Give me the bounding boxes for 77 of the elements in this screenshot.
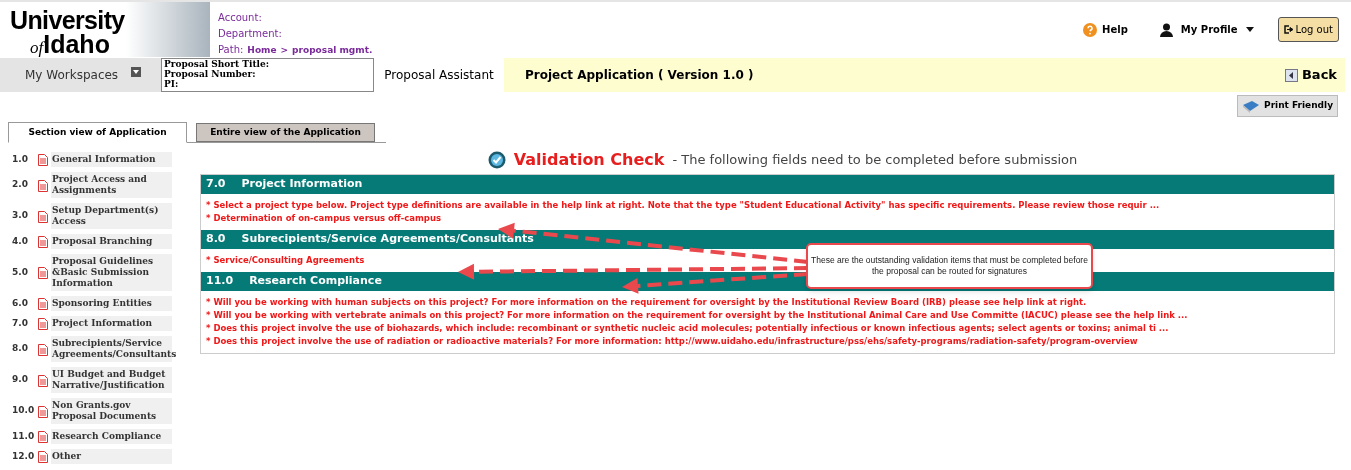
document-icon <box>38 451 48 463</box>
help-link[interactable]: Help <box>1102 22 1128 37</box>
document-icon <box>38 298 48 310</box>
validation-item[interactable]: * Does this project involve the use of biohazards, which include: recombinant or synthetic nucleic acid molecules; potentially infectious or known infectious agents; select agents or toxins; animal ti ... <box>206 322 1169 335</box>
validation-subtitle: - The following fields need to be completed before submission <box>672 151 1078 170</box>
dropdown-icon[interactable] <box>131 67 141 77</box>
document-icon <box>38 179 48 192</box>
logout-icon <box>1283 25 1294 34</box>
sidebar-item[interactable]: Project Access and Assignments <box>51 172 172 198</box>
section-header-number: 7.0 <box>206 176 226 193</box>
proposal-field-label: Proposal Number: <box>164 69 257 79</box>
validation-item[interactable]: * Select a project type below. Project type definitions are available in the help link at right. Note that the type "Student Educational Activity" has specific requirements. Please review those requir ... <box>206 199 1160 212</box>
document-icon <box>38 405 48 418</box>
section-number: 4.0 <box>12 234 29 248</box>
section-header-title: Project Information <box>241 176 363 193</box>
caret-icon <box>1245 27 1254 32</box>
proposal-assistant-tab[interactable]: Proposal Assistant <box>374 58 504 92</box>
account-label: Account: <box>218 11 263 25</box>
section-number: 12.0 <box>12 449 36 463</box>
proposal-field-label: PI: <box>164 79 180 89</box>
path-label: Path: <box>218 43 244 57</box>
sidebar-item[interactable]: UI Budget and Budget Narrative/Justification <box>51 367 172 393</box>
validation-item[interactable]: * Does this project involve the use of radiation or radioactive materials? For more information: http://www.uidaho.edu/infrastructure/pss/ehs/safety-programs/radiation-safety/program-overview <box>206 335 1138 348</box>
sidebar-item[interactable]: Research Compliance <box>51 429 172 444</box>
validation-item[interactable]: * Determination of on-campus versus off-campus <box>206 212 442 225</box>
section-header-title: Research Compliance <box>249 273 382 290</box>
check-icon <box>487 151 506 169</box>
section-header-number: 11.0 <box>206 273 234 290</box>
department-label: Department: <box>218 27 283 41</box>
document-icon <box>38 154 48 166</box>
section-number: 2.0 <box>12 178 29 192</box>
sidebar-item[interactable]: Proposal Guidelines &Basic Submission Information <box>51 254 172 291</box>
section-number: 8.0 <box>12 342 29 356</box>
sidebar-item[interactable]: Proposal Branching <box>51 234 172 249</box>
section-number: 6.0 <box>12 296 29 310</box>
page-title: Project Application ( Version 1.0 ) <box>525 67 754 84</box>
callout-box: These are the outstanding validation items that must be completed before the proposal can be routed for signatures <box>806 243 1093 289</box>
sidebar-item[interactable]: Setup Department(s) Access <box>51 203 172 229</box>
validation-title: Validation Check <box>513 149 665 171</box>
breadcrumb-link[interactable]: Home <box>247 42 277 58</box>
validation-item[interactable]: * Service/Consulting Agreements <box>206 254 365 267</box>
validation-item[interactable]: * Will you be working with vertebrate animals on this project? For more information on the requirement for oversight by the Institutional Animal Care and Use Committe (IACUC) please see the help link ... <box>206 309 1188 322</box>
document-icon <box>38 318 48 330</box>
breadcrumb-link[interactable]: proposal mgmt. <box>292 42 373 58</box>
sidebar-item[interactable]: Other <box>51 449 172 464</box>
document-icon <box>38 343 48 356</box>
workspaces-menu[interactable]: My Workspaces <box>0 58 161 92</box>
back-link[interactable]: Back <box>1301 65 1337 85</box>
section-number: 9.0 <box>12 373 29 387</box>
section-number: 3.0 <box>12 209 29 223</box>
section-number: 7.0 <box>12 316 29 330</box>
printer-icon <box>1242 99 1261 113</box>
section-header-number: 8.0 <box>206 231 226 248</box>
user-icon <box>1159 22 1173 37</box>
section-number: 5.0 <box>12 265 29 279</box>
sidebar-item[interactable]: Non Grants.gov Proposal Documents <box>51 398 172 424</box>
section-number: 10.0 <box>12 404 36 418</box>
document-icon <box>38 236 48 248</box>
section-number: 1.0 <box>12 152 29 166</box>
back-icon[interactable] <box>1284 68 1298 82</box>
my-profile-menu[interactable]: My Profile <box>1180 22 1238 37</box>
view-tab[interactable]: Entire view of the Application <box>196 123 375 142</box>
sidebar-item[interactable]: General Information <box>51 152 172 167</box>
validation-item[interactable]: * Will you be working with human subjects on this project? For more information on the requirement for oversight by the Institutional Review Board (IRB) please see help link at right. <box>206 296 1087 309</box>
document-icon <box>38 374 48 387</box>
view-tab[interactable]: Section view of Application <box>8 122 187 143</box>
print-friendly-button[interactable]: Print Friendly <box>1237 95 1338 117</box>
logout-button[interactable]: Log out <box>1277 17 1339 42</box>
sidebar-item[interactable]: Project Information <box>51 316 172 331</box>
sidebar-item[interactable]: Sponsoring Entities <box>51 296 172 311</box>
document-icon <box>38 267 48 279</box>
document-icon <box>38 431 48 443</box>
breadcrumb-separator: > <box>280 44 289 57</box>
section-header-title: Subrecipients/Service Agreements/Consultants <box>241 231 534 248</box>
section-number: 11.0 <box>12 429 36 443</box>
proposal-field-label: Proposal Short Title: <box>164 59 271 69</box>
document-icon <box>38 210 48 223</box>
